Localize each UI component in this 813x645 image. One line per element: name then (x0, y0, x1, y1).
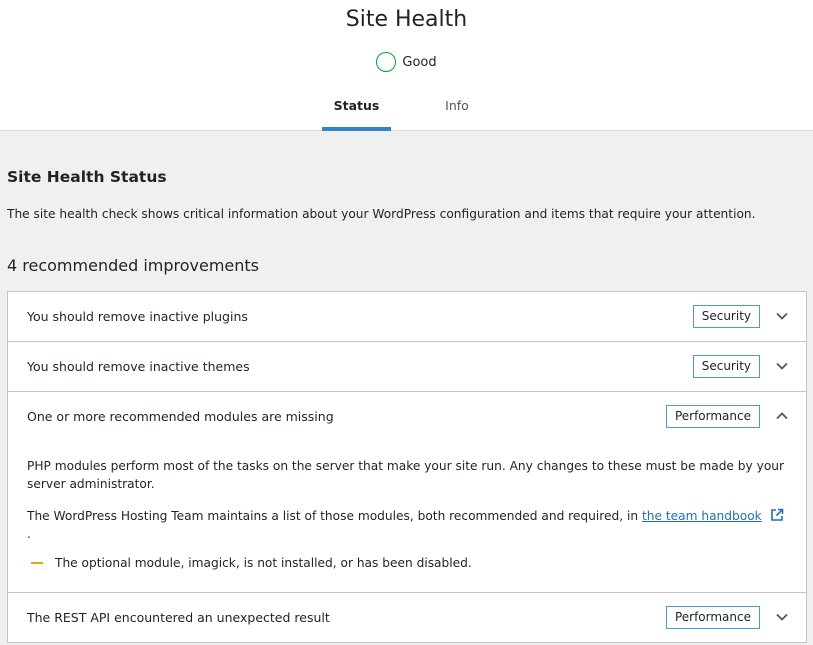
site-health-header: Site Health Good Status Info (0, 0, 813, 131)
accordion-item: The REST API encountered an unexpected r… (8, 593, 806, 642)
tab-status[interactable]: Status (322, 92, 391, 131)
accordion-item-title: You should remove inactive themes (27, 359, 250, 374)
accordion-item-title: The REST API encountered an unexpected r… (27, 610, 330, 625)
status-circle-icon (376, 52, 397, 72)
accordion-toggle-rest-api[interactable]: The REST API encountered an unexpected r… (8, 593, 806, 642)
improvements-count: 4 recommended improvements (7, 256, 260, 275)
warning-dash-icon (31, 562, 43, 564)
issues-accordion: You should remove inactive plugins Secur… (7, 291, 807, 643)
panel-paragraph-handbook: The WordPress Hosting Team maintains a l… (27, 507, 787, 543)
accordion-toggle-inactive-themes[interactable]: You should remove inactive themes Securi… (8, 342, 806, 391)
panel-text-suffix: . (27, 527, 31, 541)
performance-badge: Performance (665, 606, 760, 629)
tab-info[interactable]: Info (422, 92, 492, 131)
chevron-up-icon (776, 412, 788, 420)
security-badge: Security (692, 355, 760, 378)
accordion-item-title: One or more recommended modules are miss… (27, 409, 334, 424)
warning-text: The optional module, imagick, is not ins… (55, 556, 472, 570)
status-label: Good (402, 54, 437, 70)
section-description: The site health check shows critical inf… (7, 207, 756, 221)
security-badge: Security (692, 305, 760, 328)
chevron-down-icon (776, 362, 788, 370)
accordion-panel: PHP modules perform most of the tasks on… (8, 441, 806, 592)
section-title: Site Health Status (7, 168, 167, 186)
accordion-toggle-missing-modules[interactable]: One or more recommended modules are miss… (8, 392, 806, 441)
accordion-item: You should remove inactive themes Securi… (8, 342, 806, 392)
health-status: Good (0, 52, 813, 72)
accordion-item-title: You should remove inactive plugins (27, 309, 248, 324)
team-handbook-link[interactable]: the team handbook (642, 509, 762, 523)
page-title: Site Health (345, 7, 468, 32)
link-text: the team handbook (641, 509, 762, 523)
accordion-item: You should remove inactive plugins Secur… (8, 292, 806, 342)
chevron-down-icon (776, 613, 788, 621)
performance-badge: Performance (665, 405, 760, 428)
panel-text: The WordPress Hosting Team maintains a l… (27, 509, 639, 523)
accordion-toggle-inactive-plugins[interactable]: You should remove inactive plugins Secur… (8, 292, 806, 341)
panel-paragraph: PHP modules perform most of the tasks on… (27, 459, 785, 491)
accordion-item: One or more recommended modules are miss… (8, 392, 806, 593)
chevron-down-icon (776, 312, 788, 320)
external-link-icon (770, 508, 783, 521)
module-warning: The optional module, imagick, is not ins… (27, 554, 787, 572)
